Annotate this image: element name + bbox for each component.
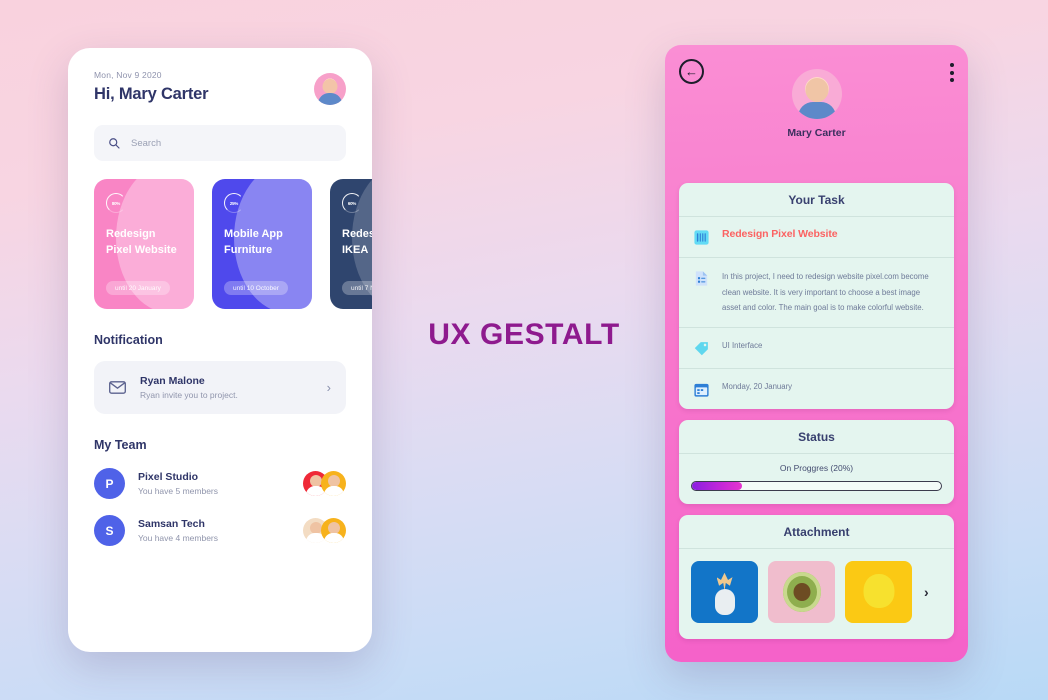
notification-name: Ryan Malone — [140, 375, 205, 387]
team-initial-badge: S — [94, 515, 125, 546]
search-input[interactable]: Search — [94, 125, 346, 161]
search-placeholder: Search — [131, 137, 162, 149]
fruit-shape — [863, 573, 894, 608]
lemon-thumbnail[interactable] — [845, 560, 912, 623]
calendar-icon — [694, 383, 709, 397]
greeting-text: Hi, Mary Carter — [94, 85, 209, 103]
avatar — [321, 518, 346, 543]
avatar[interactable] — [314, 73, 346, 105]
status-card: Status On Proggres (20%) — [679, 419, 954, 504]
team-avatars — [303, 518, 346, 543]
profile-block: Mary Carter — [665, 69, 968, 139]
status-body: On Proggres (20%) — [679, 454, 954, 504]
project-title: Mobile App Furniture — [224, 227, 300, 259]
project-card-list[interactable]: 80% Redesign Pixel Website until 20 Janu… — [68, 179, 372, 309]
status-label: On Proggres (20%) — [779, 462, 854, 473]
notification-message: Ryan invite you to project. — [140, 390, 238, 400]
notification-item[interactable]: Ryan Malone Ryan invite you to project. … — [94, 361, 346, 414]
project-due-badge: until 20 January — [106, 281, 170, 295]
fruit-shape — [714, 588, 735, 615]
status-card-header: Status — [679, 420, 954, 454]
team-initial-badge: P — [94, 468, 125, 499]
list-item[interactable]: P Pixel Studio You have 5 members — [94, 468, 346, 499]
document-icon — [695, 271, 708, 286]
chevron-right-icon[interactable]: › — [327, 380, 331, 395]
progress-ring: 25% — [224, 193, 244, 213]
team-text: Pixel Studio You have 5 members — [138, 471, 218, 496]
progress-percent: 60% — [347, 200, 357, 206]
project-title-line1: Mobile App — [224, 228, 283, 240]
project-title-line1: Redesign — [342, 228, 372, 240]
tag-icon — [694, 341, 708, 356]
task-date-row: Monday, 20 January — [679, 369, 954, 409]
envelope-icon — [109, 381, 126, 394]
avatar[interactable] — [791, 69, 842, 119]
progress-ring: 60% — [342, 193, 362, 213]
project-title: Redesign Pixel Website — [106, 227, 182, 259]
project-title-line2: Pixel Website — [106, 243, 177, 256]
right-phone-mockup: ← Mary Carter Your Task Redesign Pixel W… — [665, 45, 968, 662]
progress-ring: 80% — [106, 193, 126, 213]
list-item[interactable]: S Samsan Tech You have 4 members — [94, 515, 346, 546]
project-due-badge: until 10 October — [224, 281, 288, 295]
notification-text: Ryan Malone Ryan invite you to project. — [140, 375, 238, 400]
attachment-card-header: Attachment — [679, 515, 954, 549]
left-phone-header: Mon, Nov 9 2020 Hi, Mary Carter — [68, 48, 372, 105]
team-members: You have 4 members — [138, 533, 219, 543]
project-title-line1: Redesign — [106, 228, 156, 240]
project-card[interactable]: 25% Mobile App Furniture until 10 Octobe… — [212, 179, 312, 309]
team-members: You have 5 members — [138, 486, 219, 496]
team-name: Pixel Studio — [138, 471, 199, 483]
task-tag-row: UI Interface — [679, 328, 954, 369]
team-avatars — [303, 471, 346, 496]
task-description: In this project, I need to redesign webs… — [722, 272, 929, 313]
chevron-right-icon[interactable]: › — [924, 584, 929, 600]
project-card[interactable]: 80% Redesign Pixel Website until 20 Janu… — [94, 179, 194, 309]
project-due-badge: until 7 Nove — [342, 281, 372, 295]
team-heading: My Team — [94, 438, 147, 452]
task-date: Monday, 20 January — [722, 381, 793, 391]
list-icon — [694, 230, 709, 245]
project-title: Redesign IKEA — [342, 227, 372, 259]
progress-bar[interactable] — [691, 480, 942, 491]
greeting-block: Mon, Nov 9 2020 Hi, Mary Carter — [94, 70, 209, 104]
task-card-header: Your Task — [679, 183, 954, 217]
task-title: Redesign Pixel Website — [722, 228, 838, 240]
team-text: Samsan Tech You have 4 members — [138, 518, 218, 543]
current-date: Mon, Nov 9 2020 — [94, 70, 162, 80]
progress-percent: 25% — [229, 200, 239, 206]
attachment-card: Attachment › — [679, 514, 954, 639]
avocado-thumbnail[interactable] — [768, 560, 835, 623]
task-tag: UI Interface — [722, 340, 763, 350]
project-card[interactable]: 60% Redesign IKEA until 7 Nove — [330, 179, 372, 309]
team-name: Samsan Tech — [138, 518, 205, 530]
task-description-row: In this project, I need to redesign webs… — [679, 258, 954, 328]
pit-shape — [793, 582, 810, 601]
avatar — [321, 471, 346, 496]
task-title-row[interactable]: Redesign Pixel Website — [679, 217, 954, 258]
progress-percent: 80% — [111, 200, 121, 206]
progress-bar-fill — [692, 481, 742, 490]
task-card: Your Task Redesign Pixel Website In this… — [679, 183, 954, 409]
project-title-line2: IKEA — [342, 243, 369, 256]
pineapple-thumbnail[interactable] — [691, 560, 758, 623]
project-title-line2: Furniture — [224, 243, 273, 256]
attachment-list: › — [679, 549, 954, 639]
profile-name: Mary Carter — [787, 127, 846, 139]
search-icon — [109, 138, 120, 149]
